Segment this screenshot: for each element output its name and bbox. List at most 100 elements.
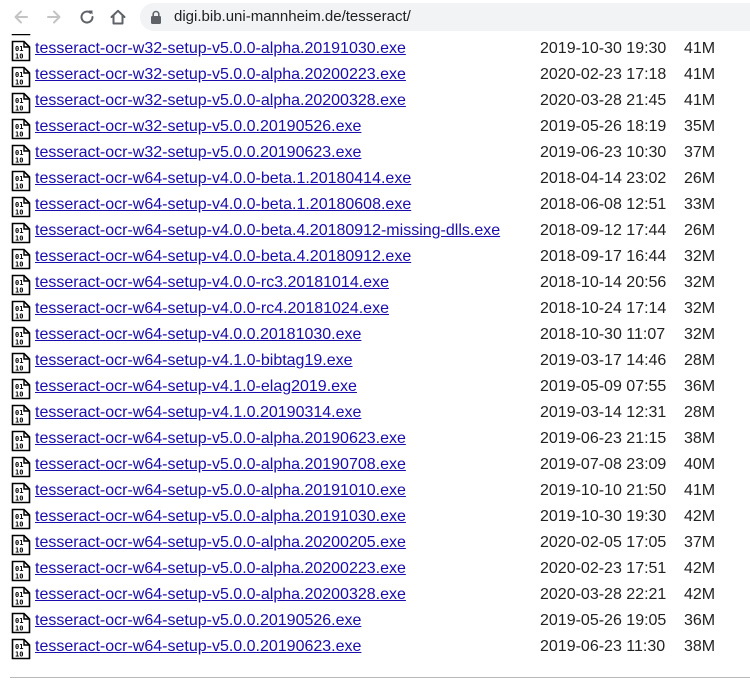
binary-file-icon: 0110 [11,170,31,192]
file-link[interactable]: tesseract-ocr-w64-setup-v5.0.0-alpha.201… [35,507,406,527]
svg-text:10: 10 [15,391,23,399]
binary-file-icon: 0110 [11,638,31,660]
file-link[interactable]: tesseract-ocr-w64-setup-v4.0.0-rc3.20181… [35,273,389,293]
svg-text:10: 10 [15,235,23,243]
file-date: 2018-09-17 16:44 [540,248,667,265]
file-date: 2019-06-23 11:30 [540,638,666,655]
file-date: 2018-10-14 20:56 [540,274,667,291]
file-link[interactable]: tesseract-ocr-w32-setup-v5.0.0.20190623.… [35,143,361,163]
file-size: 28M [684,404,716,421]
svg-text:10: 10 [15,209,23,217]
file-size: 42M [684,586,716,603]
file-size: 32M [684,248,716,265]
home-button[interactable] [106,5,130,29]
file-link[interactable]: tesseract-ocr-w64-setup-v5.0.0.20190623.… [35,637,361,657]
file-date: 2019-06-23 21:15 [540,430,667,447]
table-row: 01 10 tesseract-ocr-w64-setup-v5.0.0-alpha… [0,557,750,583]
file-listing: 01 10 tesseract-ocr-w32-setup-v5.0.0-alpha… [0,21,750,689]
file-date: 2019-05-26 18:19 [540,118,667,135]
binary-file-icon: 0110 [11,300,31,322]
file-size: 28M [684,352,716,369]
back-button[interactable] [9,5,33,29]
binary-file-icon: 0110 [11,612,31,634]
file-date: 2018-10-30 11:07 [540,326,666,343]
table-row: 01 10 tesseract-ocr-w64-setup-v5.0.0.20190… [0,635,750,661]
svg-text:10: 10 [15,443,23,451]
file-link[interactable]: tesseract-ocr-w64-setup-v5.0.0.20190526.… [35,611,361,631]
file-size: 41M [684,92,716,109]
binary-file-icon: 0110 [11,456,31,478]
file-link[interactable]: tesseract-ocr-w64-setup-v4.0.0-beta.1.20… [35,169,411,189]
address-bar[interactable]: digi.bib.uni-mannheim.de/tesseract/ [140,3,750,31]
binary-file-icon: 0110 [11,196,31,218]
table-row: 0110tesseract-ocr-w32-setup-v5.0.0-alpha… [0,63,750,89]
file-link[interactable]: tesseract-ocr-w64-setup-v4.1.0-elag2019.… [35,377,357,397]
svg-text:10: 10 [15,599,23,607]
arrow-left-icon [14,10,28,24]
reload-button[interactable] [75,5,99,29]
file-size: 37M [684,144,716,161]
binary-file-icon: 0110 [11,92,31,114]
svg-text:10: 10 [15,417,23,425]
file-size: 41M [684,40,716,57]
file-date: 2019-05-09 07:55 [540,378,667,395]
table-row: 01 10 tesseract-ocr-w32-setup-v5.0.0.20190… [0,115,750,141]
binary-file-icon: 0110 [11,586,31,608]
binary-file-icon: 0110 [11,378,31,400]
url-text: digi.bib.uni-mannheim.de/tesseract/ [174,8,411,25]
file-date: 2019-07-08 23:09 [540,456,667,473]
file-date: 2019-03-17 14:46 [540,352,667,369]
file-date: 2019-06-23 10:30 [540,144,667,161]
svg-text:10: 10 [15,53,23,61]
file-size: 41M [684,66,716,83]
svg-text:10: 10 [15,339,23,347]
file-date: 2019-10-30 19:30 [540,508,667,525]
file-size: 32M [684,300,716,317]
file-link[interactable]: tesseract-ocr-w64-setup-v4.0.0.20181030.… [35,325,361,345]
svg-text:10: 10 [15,183,23,191]
file-link[interactable]: tesseract-ocr-w32-setup-v5.0.0-alpha.202… [35,91,406,111]
file-date: 2018-09-12 17:44 [540,222,667,239]
file-link[interactable]: tesseract-ocr-w64-setup-v5.0.0-alpha.201… [35,481,406,501]
table-row: 01 10 tesseract-ocr-w64-setup-v4.0.0-rc4.2… [0,297,750,323]
lock-icon [151,10,161,24]
file-size: 42M [684,508,716,525]
table-row: 01 10 tesseract-ocr-w64-setup-v4.0.0-rc3.2… [0,271,750,297]
table-row: 01 10 tesseract-ocr-w64-setup-v4.1.0.20190… [0,401,750,427]
table-row: 01 10 tesseract-ocr-w64-setup-v5.0.0.20190… [0,609,750,635]
file-link[interactable]: tesseract-ocr-w64-setup-v5.0.0-alpha.202… [35,533,406,553]
table-row: 01 10 tesseract-ocr-w64-setup-v4.0.0.20181… [0,323,750,349]
file-link[interactable]: tesseract-ocr-w64-setup-v5.0.0-alpha.202… [35,559,406,579]
file-link[interactable]: tesseract-ocr-w32-setup-v5.0.0-alpha.202… [35,65,406,85]
file-size: 36M [684,378,716,395]
svg-text:10: 10 [15,287,23,295]
binary-file-icon: 0110 [11,482,31,504]
file-link[interactable]: tesseract-ocr-w64-setup-v4.1.0-bibtag19.… [35,351,353,371]
arrow-right-icon [47,10,61,24]
table-row: 01 10 tesseract-ocr-w64-setup-v4.0.0-beta.… [0,219,750,245]
file-date: 2019-10-10 21:50 [540,482,667,499]
file-link[interactable]: tesseract-ocr-w64-setup-v5.0.0-alpha.201… [35,429,406,449]
table-row: 0110tesseract-ocr-w32-setup-v5.0.0-alpha… [0,37,750,63]
listing-bottom-divider [10,677,750,678]
file-link[interactable]: tesseract-ocr-w64-setup-v4.0.0-beta.4.20… [35,247,411,267]
browser-toolbar: digi.bib.uni-mannheim.de/tesseract/ [0,0,750,34]
svg-text:10: 10 [15,105,23,113]
file-link[interactable]: tesseract-ocr-w64-setup-v4.1.0.20190314.… [35,403,361,423]
file-link[interactable]: tesseract-ocr-w32-setup-v5.0.0.20190526.… [35,117,361,137]
table-row: 0110tesseract-ocr-w32-setup-v5.0.0-alpha… [0,89,750,115]
binary-file-icon: 0110 [11,274,31,296]
file-link[interactable]: tesseract-ocr-w64-setup-v4.0.0-beta.1.20… [35,195,411,215]
svg-text:10: 10 [15,573,23,581]
binary-file-icon: 0110 [11,430,31,452]
file-size: 35M [684,118,716,135]
file-link[interactable]: tesseract-ocr-w64-setup-v5.0.0-alpha.201… [35,455,406,475]
file-link[interactable]: tesseract-ocr-w32-setup-v5.0.0-alpha.201… [35,39,406,59]
svg-text:10: 10 [15,261,23,269]
file-link[interactable]: tesseract-ocr-w64-setup-v4.0.0-rc4.20181… [35,299,389,319]
svg-text:10: 10 [15,521,23,529]
file-link[interactable]: tesseract-ocr-w64-setup-v4.0.0-beta.4.20… [35,221,500,241]
file-link[interactable]: tesseract-ocr-w64-setup-v5.0.0-alpha.202… [35,585,406,605]
svg-text:10: 10 [15,79,23,87]
forward-button[interactable] [42,5,66,29]
